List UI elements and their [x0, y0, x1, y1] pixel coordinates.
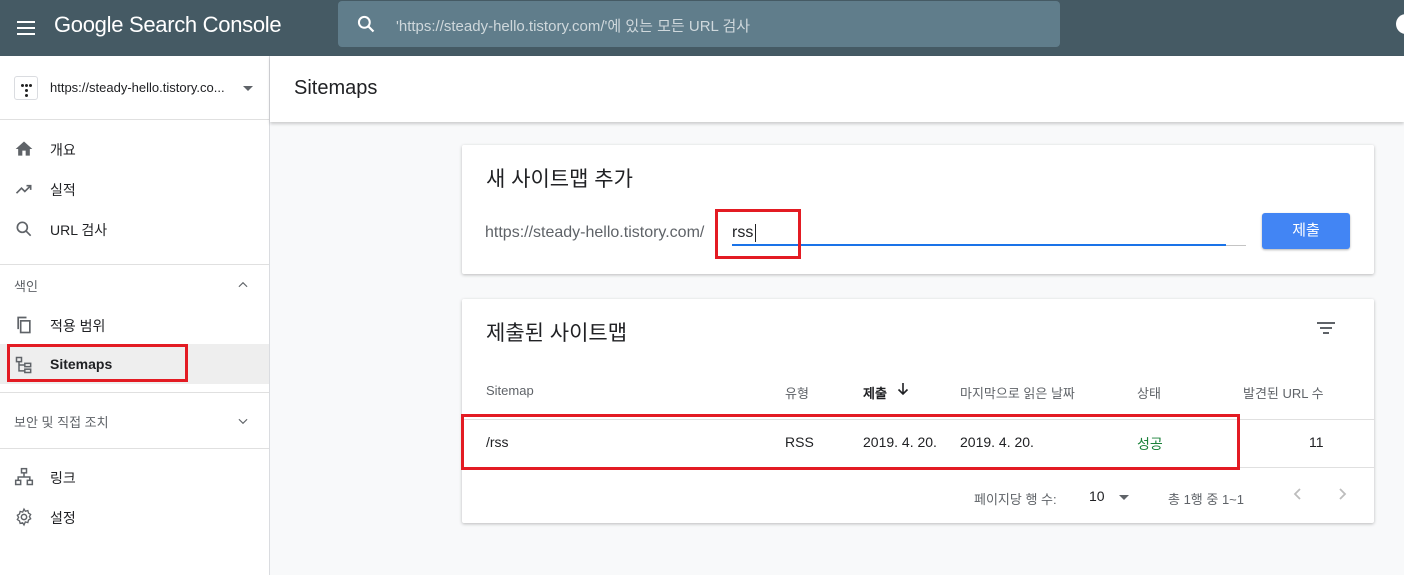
property-url: https://steady-hello.tistory.co... — [50, 80, 225, 95]
menu-icon[interactable] — [14, 16, 38, 40]
page-header: Sitemaps — [270, 56, 1404, 122]
column-header-discovered-urls[interactable]: 발견된 URL 수 — [1243, 383, 1324, 402]
divider — [0, 392, 269, 393]
cell-url-count: 11 — [1309, 434, 1324, 450]
sidebar-item-performance[interactable]: 실적 — [0, 168, 269, 208]
pagination-range: 총 1행 중 1~1 — [1168, 492, 1244, 507]
next-page-icon[interactable] — [1334, 486, 1350, 502]
divider — [0, 448, 269, 449]
sidebar-item-label: 링크 — [50, 470, 76, 486]
add-sitemap-card: 새 사이트맵 추가 https://steady-hello.tistory.c… — [462, 145, 1374, 274]
trending-up-icon — [15, 184, 32, 194]
url-inspect-search[interactable]: 'https://steady-hello.tistory.com/'에 있는 … — [338, 1, 1060, 47]
search-placeholder: 'https://steady-hello.tistory.com/'에 있는 … — [396, 18, 751, 35]
highlight-sitemap-input — [715, 209, 801, 259]
app-logo: Google Search Console — [54, 12, 282, 37]
sidebar-item-settings[interactable]: 설정 — [0, 496, 269, 536]
chevron-down-icon[interactable] — [236, 414, 250, 428]
submitted-sitemaps-title: 제출된 사이트맵 — [486, 322, 628, 345]
column-header-submitted[interactable]: 제출 — [863, 383, 887, 402]
sidebar-item-label: 적용 범위 — [50, 318, 106, 334]
sidebar-item-label: 실적 — [50, 182, 76, 198]
search-icon — [16, 221, 32, 237]
links-icon — [14, 467, 34, 486]
account-avatar[interactable] — [1396, 14, 1404, 34]
filter-icon[interactable] — [1316, 320, 1336, 336]
section-title-index[interactable]: 색인 — [14, 276, 38, 295]
add-sitemap-title: 새 사이트맵 추가 — [486, 168, 633, 191]
divider — [0, 264, 269, 265]
sitemap-url-prefix: https://steady-hello.tistory.com/ — [485, 224, 705, 241]
column-header-status[interactable]: 상태 — [1137, 383, 1161, 402]
sidebar-item-label: URL 검사 — [50, 222, 108, 238]
copy-icon — [17, 316, 31, 334]
column-header-last-read[interactable]: 마지막으로 읽은 날짜 — [960, 383, 1075, 402]
column-header-sitemap[interactable]: Sitemap — [486, 383, 534, 398]
sidebar-item-label: 개요 — [50, 142, 76, 158]
search-icon — [357, 15, 375, 33]
tistory-favicon-icon — [14, 76, 38, 100]
rows-per-page-select[interactable]: 10 — [1089, 488, 1105, 504]
previous-page-icon[interactable] — [1290, 486, 1306, 502]
sort-arrow-down-icon[interactable] — [896, 382, 910, 396]
dropdown-caret-icon — [243, 86, 253, 91]
section-title-security[interactable]: 보안 및 직접 조치 — [14, 412, 109, 431]
highlight-sitemap-row — [461, 414, 1240, 470]
input-underline — [732, 244, 1226, 246]
highlight-sitemaps-nav — [7, 344, 188, 382]
settings-icon — [16, 507, 32, 527]
chevron-up-icon[interactable] — [236, 278, 250, 292]
top-app-bar: Google Search Console 'https://steady-he… — [0, 0, 1404, 56]
submitted-sitemaps-card: 제출된 사이트맵 Sitemap 유형 제출 마지막으로 읽은 날짜 상태 발견… — [462, 299, 1374, 523]
submit-button[interactable]: 제출 — [1262, 213, 1350, 249]
input-underline-rest — [1226, 245, 1246, 246]
sidebar-item-overview[interactable]: 개요 — [0, 128, 269, 168]
sidebar-item-coverage[interactable]: 적용 범위 — [0, 304, 269, 344]
page-title: Sitemaps — [294, 77, 378, 99]
rows-per-page-label: 페이지당 행 수: — [974, 492, 1057, 507]
sidebar-item-links[interactable]: 링크 — [0, 456, 269, 496]
sidebar-item-url-inspection[interactable]: URL 검사 — [0, 208, 269, 248]
chevron-down-icon[interactable] — [1119, 495, 1129, 500]
home-icon — [15, 141, 33, 156]
sidebar-item-label: 설정 — [50, 510, 76, 526]
column-header-type[interactable]: 유형 — [785, 383, 809, 402]
sidebar: https://steady-hello.tistory.co... 개요 실적… — [0, 56, 270, 575]
property-selector[interactable]: https://steady-hello.tistory.co... — [0, 56, 269, 120]
